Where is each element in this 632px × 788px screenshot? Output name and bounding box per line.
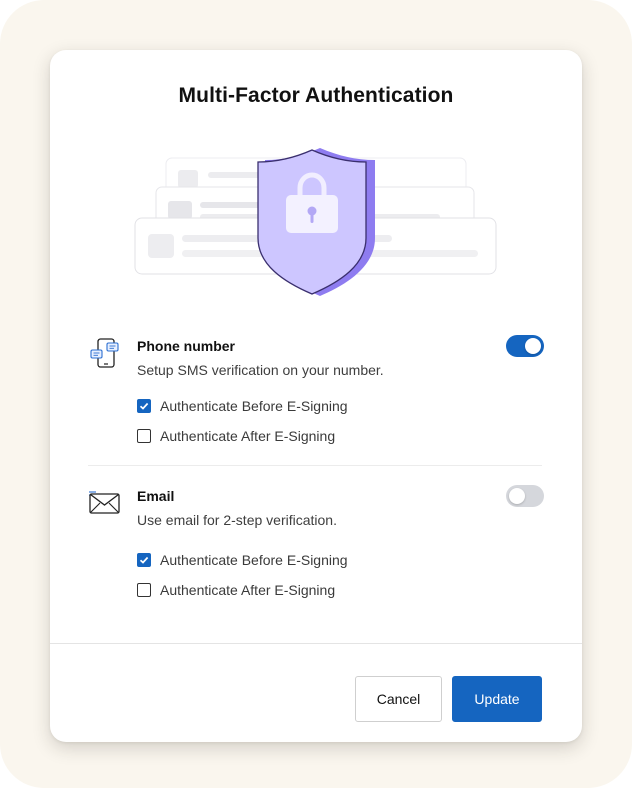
security-shield-illustration (134, 148, 497, 296)
checkmark-icon (139, 556, 149, 564)
option-label: Authenticate Before E-Signing (160, 552, 348, 568)
phone-toggle[interactable] (506, 335, 544, 357)
phone-section-description: Setup SMS verification on your number. (137, 362, 384, 378)
dialog-title: Multi-Factor Authentication (178, 84, 454, 107)
phone-after-option[interactable]: Authenticate After E-Signing (137, 427, 335, 445)
mfa-dialog: Multi-Factor Authentication Phone number… (50, 50, 582, 742)
email-envelope-icon (89, 491, 120, 514)
footer-divider (50, 643, 582, 644)
phone-section-title: Phone number (137, 338, 236, 354)
checkbox-unchecked[interactable] (137, 429, 151, 443)
phone-sms-icon (90, 338, 119, 368)
checkbox-checked[interactable] (137, 553, 151, 567)
option-label: Authenticate After E-Signing (160, 428, 336, 444)
email-after-option[interactable]: Authenticate After E-Signing (137, 581, 335, 599)
checkbox-unchecked[interactable] (137, 583, 151, 597)
email-section-description: Use email for 2-step verification. (137, 512, 337, 528)
checkbox-checked[interactable] (137, 399, 151, 413)
email-before-option[interactable]: Authenticate Before E-Signing (137, 551, 348, 569)
toggle-knob (525, 338, 541, 354)
cancel-button[interactable]: Cancel (355, 676, 442, 722)
phone-before-option[interactable]: Authenticate Before E-Signing (137, 397, 348, 415)
toggle-knob (509, 488, 525, 504)
option-label: Authenticate After E-Signing (160, 582, 336, 598)
email-toggle[interactable] (506, 485, 544, 507)
section-divider (88, 465, 542, 466)
checkmark-icon (139, 402, 149, 410)
option-label: Authenticate Before E-Signing (160, 398, 348, 414)
update-button[interactable]: Update (452, 676, 542, 722)
email-section-title: Email (137, 488, 175, 504)
